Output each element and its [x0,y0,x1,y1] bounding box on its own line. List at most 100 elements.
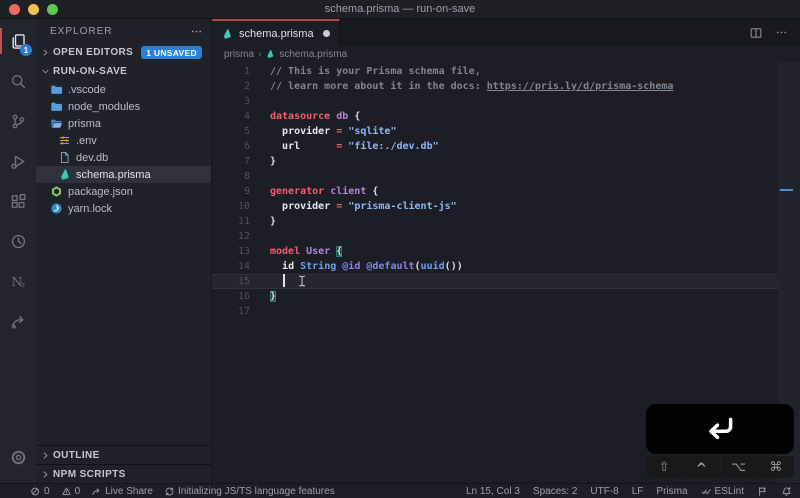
code-line-13[interactable]: 13 model User { [212,244,800,259]
search-icon [10,73,27,90]
code-line-12[interactable]: 12 [212,229,800,244]
code-line-2[interactable]: 2 // learn more about it in the docs: htt… [212,79,800,94]
code-line-1[interactable]: 1 // This is your Prisma schema file, [212,64,800,79]
file-yarn.lock[interactable]: yarn.lock [36,200,211,217]
control-key-icon: ^ [683,456,720,478]
status-live-share[interactable]: Live Share [91,486,153,497]
file-icon [58,151,71,164]
chevron-right-icon [40,47,51,58]
file-label: yarn.lock [68,202,113,215]
status-0[interactable]: 0 [30,486,50,497]
title-bar: schema.prisma — run-on-save [0,0,800,19]
file-node_modules[interactable]: node_modules [36,98,211,115]
env-icon [58,134,71,147]
code-line-8[interactable]: 8 [212,169,800,184]
code-line-16[interactable]: 16} [212,289,800,304]
activity-item-n2[interactable]: N ≥ [0,261,36,301]
status-0[interactable]: 0 [61,486,80,497]
file-package.json[interactable]: package.json [36,183,211,200]
code-line-14[interactable]: 14 id String @id @default(uuid()) [212,259,800,274]
more-actions-button[interactable] [775,26,788,39]
status-eslint[interactable]: ESLint [701,486,744,497]
n2-icon: N ≥ [10,273,27,290]
code-line-15[interactable]: 15 [212,274,800,289]
line-number: 14 [237,261,250,272]
line-number: 4 [243,111,250,122]
status-utf-8[interactable]: UTF-8 [590,486,618,497]
code-line-17[interactable]: 17 [212,304,800,319]
activity-item-share-arrow[interactable] [0,301,36,341]
code-line-3[interactable]: 3 [212,94,800,109]
outline-section[interactable]: OUTLINE [36,445,211,464]
minimize-window-button[interactable] [28,4,39,15]
activity-item-settings-gear[interactable] [0,437,36,477]
file-dev.db[interactable]: dev.db [36,149,211,166]
code-line-6[interactable]: 6 url = "file:./dev.db" [212,139,800,154]
settings-gear-icon [10,449,27,466]
status-bell[interactable] [781,486,792,497]
status-initializing-js-ts-language-features[interactable]: Initializing JS/TS language features [164,486,335,497]
workspace-section[interactable]: RUN-ON-SAVE [36,62,211,81]
status-lf[interactable]: LF [632,486,644,497]
line-number: 8 [243,171,250,182]
editor-actions [749,19,800,46]
line-content: provider = "prisma-client-js" [282,201,457,212]
line-content: // learn more about it in the docs: http… [270,81,674,92]
traffic-lights [9,4,58,15]
open-editors-section[interactable]: OPEN EDITORS 1 UNSAVED [36,43,211,62]
status-text: Spaces: 2 [532,485,578,497]
return-key-icon [646,404,794,454]
line-number: 1 [243,66,250,77]
line-content: id String @id @default(uuid()) [282,261,463,272]
line-number: 7 [243,156,250,167]
status-text: ESLint [714,485,744,497]
line-number: 2 [243,81,250,92]
activity-item-extensions[interactable] [0,181,36,221]
tab-schema-prisma[interactable]: schema.prisma [212,19,340,46]
status-ln-15-col-3[interactable]: Ln 15, Col 3 [466,486,520,497]
code-line-7[interactable]: 7} [212,154,800,169]
breadcrumb-folder[interactable]: prisma [224,49,254,60]
code-line-4[interactable]: 4 datasource db { [212,109,800,124]
prisma-icon [58,168,71,181]
file-label: .vscode [68,83,106,96]
run-debug-icon [10,153,27,170]
status-prisma[interactable]: Prisma [656,486,687,497]
breadcrumb-separator-icon: › [258,48,262,60]
code-line-9[interactable]: 9 generator client { [212,184,800,199]
activity-item-search[interactable] [0,61,36,101]
split-editor-button[interactable] [749,26,763,40]
line-number: 17 [237,306,250,317]
source-control-icon [10,113,27,130]
status-bar: 0 0 Live Share Initializing JS/TS language … [0,483,800,498]
status-spaces-2[interactable]: Spaces: 2 [533,486,577,497]
activity-item-history-clock[interactable] [0,221,36,261]
code-line-11[interactable]: 11} [212,214,800,229]
maximize-window-button[interactable] [47,4,58,15]
file-.vscode[interactable]: .vscode [36,81,211,98]
breadcrumb-file[interactable]: schema.prisma [279,49,347,60]
sidebar-more-actions-button[interactable] [190,25,203,38]
file-schema.prisma[interactable]: schema.prisma [36,166,211,183]
explorer-sidebar: EXPLORER OPEN EDITORS 1 UNSAVED RUN-ON-S… [36,19,212,483]
line-number: 9 [243,186,250,197]
cursor-position-marker [780,189,793,191]
close-window-button[interactable] [9,4,20,15]
activity-item-explorer[interactable]: 1 [0,21,36,61]
prisma-file-icon [221,28,233,40]
outline-label: OUTLINE [53,449,100,461]
workspace-name: RUN-ON-SAVE [53,66,128,77]
file-prisma[interactable]: prisma [36,115,211,132]
code-line-10[interactable]: 10 provider = "prisma-client-js" [212,199,800,214]
activity-item-run-debug[interactable] [0,141,36,181]
file-.env[interactable]: .env [36,132,211,149]
activity-badge: 1 [20,44,32,56]
yarn-icon [50,202,63,215]
npm-scripts-section[interactable]: NPM SCRIPTS [36,464,211,483]
activity-item-source-control[interactable] [0,101,36,141]
status-text: UTF-8 [590,485,619,497]
status-feedback[interactable] [757,486,768,497]
breadcrumb: prisma › schema.prisma [212,46,800,62]
code-line-5[interactable]: 5 provider = "sqlite" [212,124,800,139]
status-text: LF [631,485,644,497]
